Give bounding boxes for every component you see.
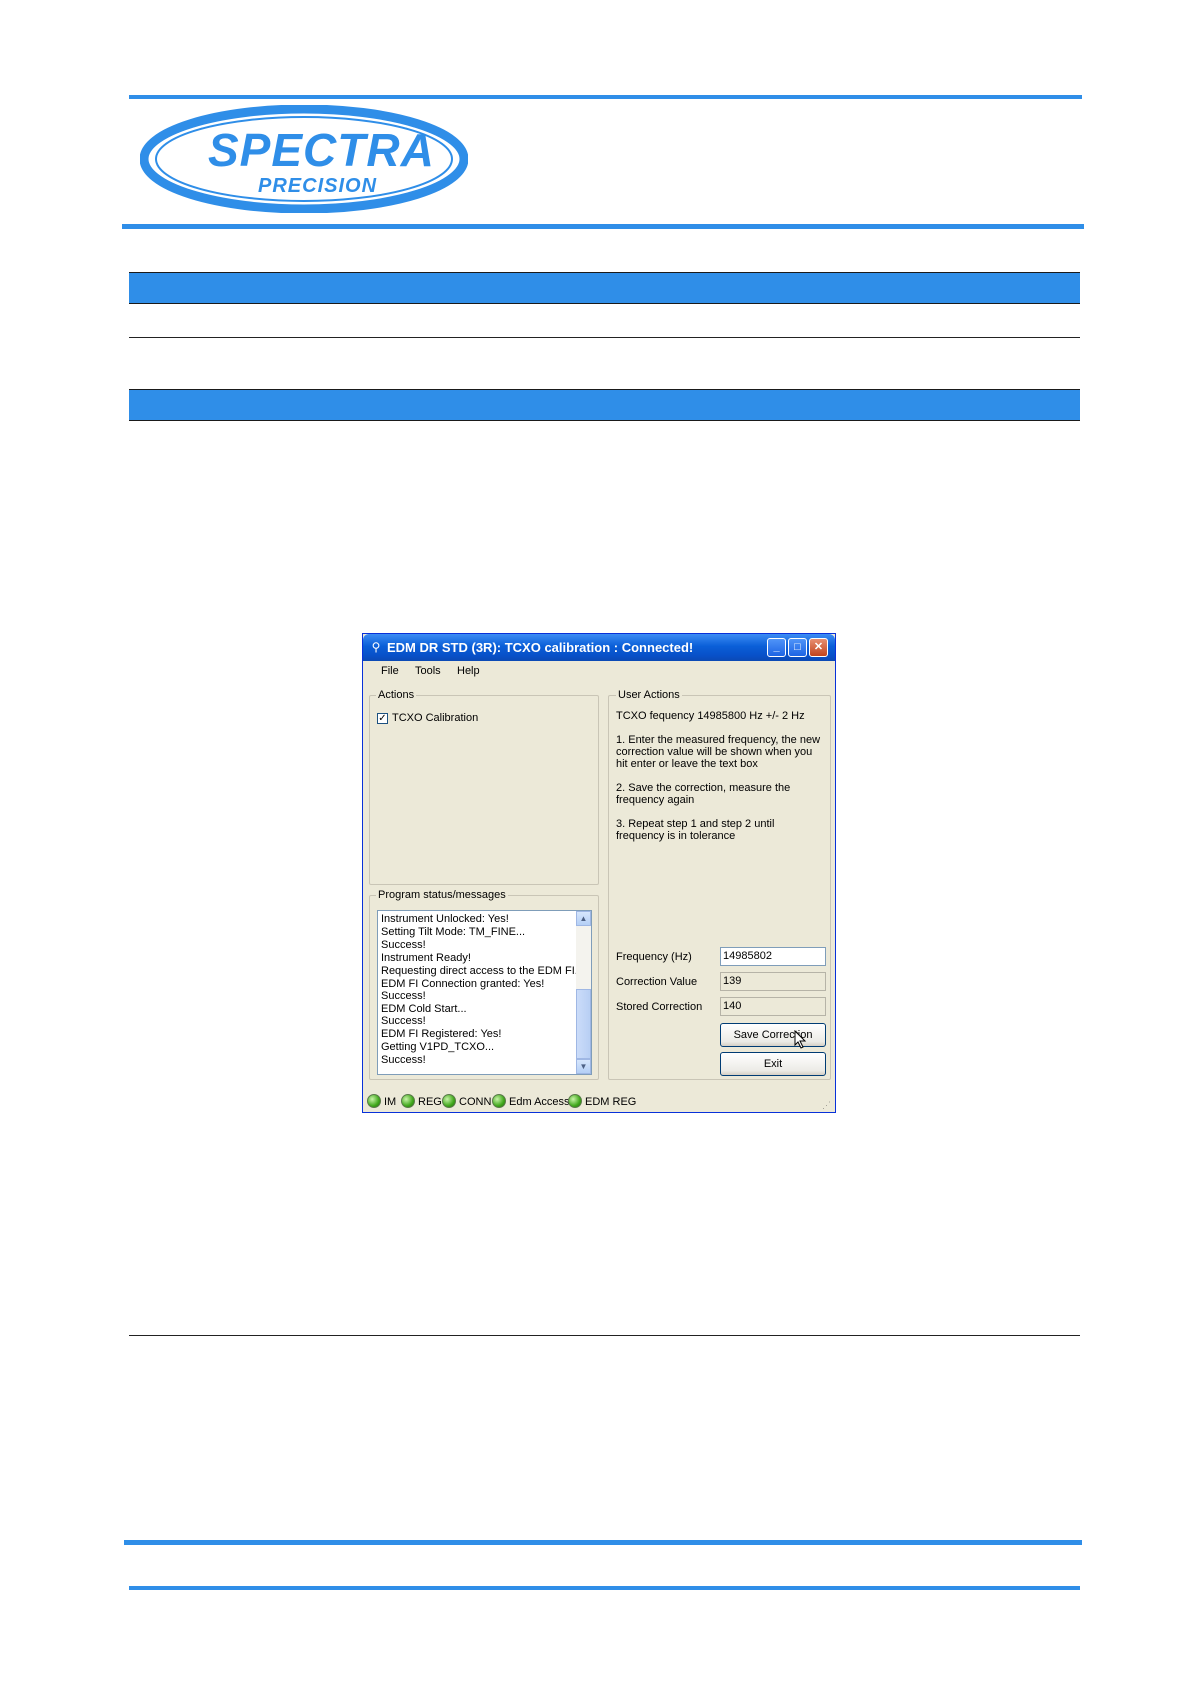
list-item: Success! (381, 939, 426, 951)
spectra-precision-logo: SPECTRA PRECISION (139, 104, 469, 214)
menu-bar: File Tools Help (363, 662, 835, 680)
footer-top-line (124, 1540, 1082, 1545)
status-led-reg-icon (401, 1094, 415, 1108)
status-label-im: IM (384, 1096, 397, 1108)
section-divider-2 (129, 1335, 1080, 1336)
minimize-button[interactable]: _ (767, 638, 786, 657)
maximize-button[interactable]: □ (788, 638, 807, 657)
window-title: EDM DR STD (3R): TCXO calibration : Conn… (387, 640, 694, 655)
list-item: EDM FI Connection granted: Yes! (381, 978, 545, 990)
program-status-label: Program status/messages (376, 889, 508, 901)
stored-correction-label: Stored Correction (616, 1001, 703, 1013)
list-item: Success! (381, 1054, 426, 1066)
status-label-conn: CONN (459, 1096, 492, 1108)
section-band-1 (129, 272, 1080, 304)
list-item: Success! (381, 1015, 426, 1027)
scroll-thumb[interactable] (576, 989, 591, 1059)
menu-tools[interactable]: Tools (415, 665, 441, 677)
step2-text-2: frequency again (616, 794, 695, 806)
step3-text-1: 3. Repeat step 1 and step 2 until (616, 818, 775, 830)
list-item: Requesting direct access to the EDM FI..… (381, 965, 584, 977)
status-bar: IM REG CONN Edm Access EDM REG ⋰ (363, 1089, 835, 1112)
footer-bottom-line (129, 1586, 1080, 1590)
status-led-edm-reg-icon (568, 1094, 582, 1108)
user-actions-label: User Actions (616, 689, 682, 701)
actions-group-label: Actions (376, 689, 417, 701)
section-divider-1 (129, 337, 1080, 338)
tcxo-calibration-window: ⚲ EDM DR STD (3R): TCXO calibration : Co… (362, 633, 836, 1113)
header-bottom-line (122, 224, 1084, 229)
section-band-2 (129, 389, 1080, 421)
tcxo-calibration-checkbox[interactable]: ✓ (377, 713, 388, 724)
menu-file[interactable]: File (381, 665, 399, 677)
close-button[interactable]: ✕ (809, 638, 828, 657)
step1-text-3: hit enter or leave the text box (616, 758, 758, 770)
list-item: EDM Cold Start... (381, 1003, 467, 1015)
scroll-up-icon[interactable]: ▲ (576, 911, 591, 926)
status-led-im-icon (367, 1094, 381, 1108)
correction-value-label: Correction Value (616, 976, 698, 988)
exit-button[interactable]: Exit (720, 1052, 826, 1076)
step3-text-2: frequency is in tolerance (616, 830, 736, 842)
stored-correction-field: 140 (720, 997, 826, 1016)
list-item: EDM FI Registered: Yes! (381, 1028, 502, 1040)
step2-text-1: 2. Save the correction, measure the (616, 782, 791, 794)
scroll-down-icon[interactable]: ▼ (576, 1059, 591, 1074)
list-item: Getting V1PD_TCXO... (381, 1041, 495, 1053)
status-led-edm-access-icon (492, 1094, 506, 1108)
status-message-list[interactable]: Instrument Unlocked: Yes! Setting Tilt M… (377, 910, 592, 1075)
list-item: Success! (381, 990, 426, 1002)
list-item: Instrument Ready! (381, 952, 471, 964)
title-bar[interactable]: ⚲ EDM DR STD (3R): TCXO calibration : Co… (363, 634, 835, 661)
logo-text-spectra: SPECTRA (208, 124, 435, 176)
message-scrollbar[interactable]: ▲ ▼ (576, 911, 591, 1074)
step1-text-1: 1. Enter the measured frequency, the new (616, 734, 821, 746)
correction-value-field: 139 (720, 972, 826, 991)
resize-grip-icon[interactable]: ⋰ (822, 1100, 832, 1110)
step1-text-2: correction value will be shown when you (616, 746, 813, 758)
status-label-reg: REG (418, 1096, 442, 1108)
tcxo-calibration-label[interactable]: TCXO Calibration (392, 712, 478, 724)
app-icon: ⚲ (371, 640, 381, 654)
save-correction-button[interactable]: Save Correction (720, 1023, 826, 1047)
frequency-input[interactable]: 14985802 (720, 947, 826, 966)
mouse-cursor-icon (794, 1029, 808, 1050)
list-item: Instrument Unlocked: Yes! (381, 913, 509, 925)
header-top-line (129, 95, 1082, 99)
tcxo-frequency-text: TCXO fequency 14985800 Hz +/- 2 Hz (616, 710, 805, 722)
list-item: Setting Tilt Mode: TM_FINE... (381, 926, 526, 938)
frequency-label: Frequency (Hz) (616, 951, 692, 963)
logo-text-precision: PRECISION (258, 175, 378, 197)
menu-help[interactable]: Help (457, 665, 480, 677)
status-label-edm-access: Edm Access (509, 1096, 570, 1108)
status-led-conn-icon (442, 1094, 456, 1108)
status-label-edm-reg: EDM REG (585, 1096, 637, 1108)
